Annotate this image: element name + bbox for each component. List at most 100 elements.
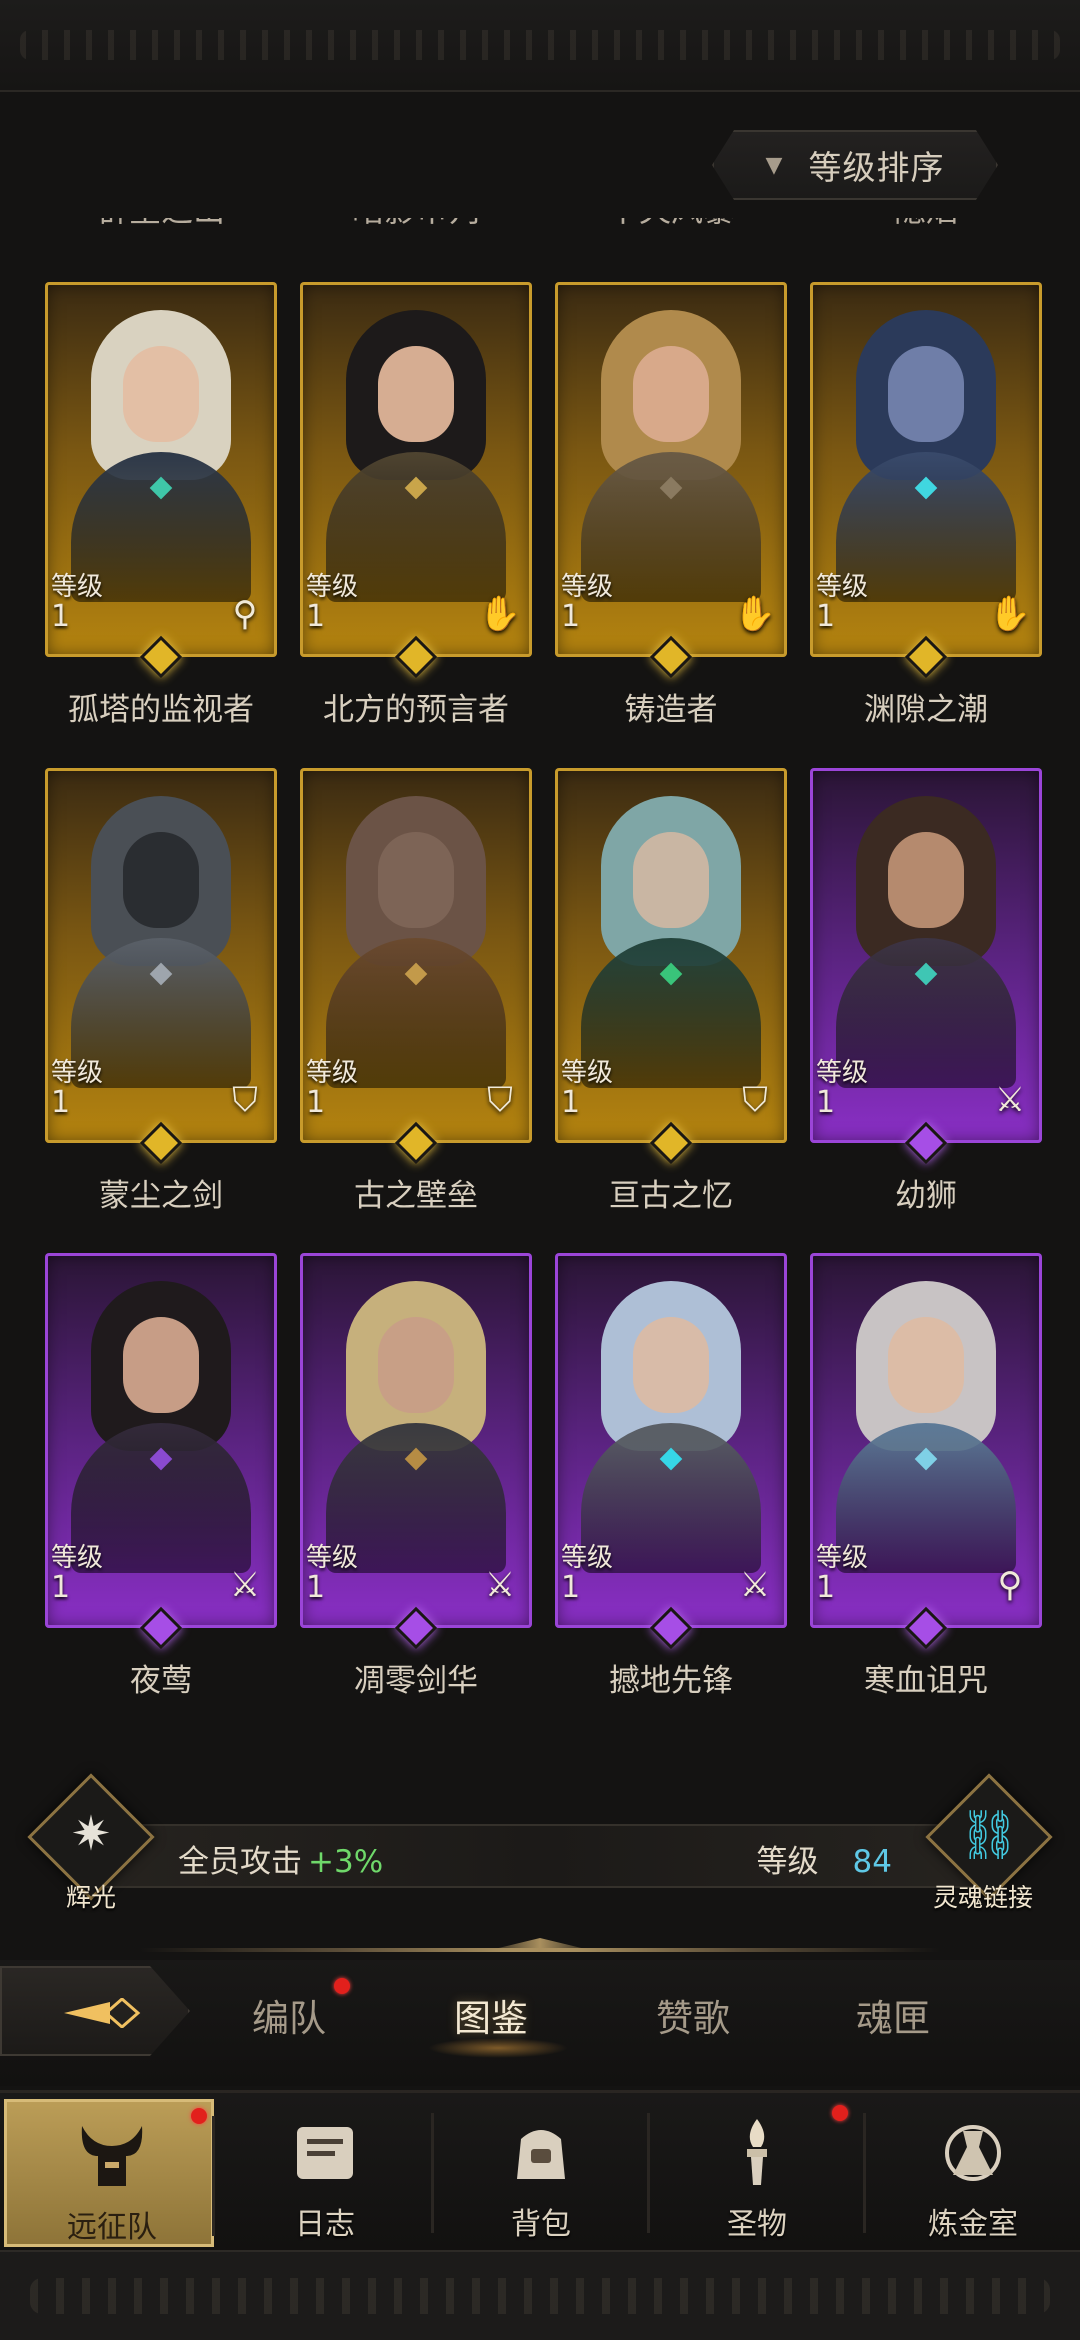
staff-icon: ⚲ <box>997 1565 1023 1605</box>
nav-scroll[interactable]: 日志 <box>220 2099 434 2247</box>
hero-level: 等级 1 <box>816 1543 868 1603</box>
hero-level-label: 等级 <box>561 1058 614 1088</box>
staff-icon: ⚲ <box>232 594 258 634</box>
hero-level-value: 1 <box>816 599 836 634</box>
nav-horned-helmet[interactable]: 远征队 <box>4 2099 215 2247</box>
nav-badge-dot <box>832 2105 848 2121</box>
hero-level-value: 1 <box>561 1085 581 1120</box>
nav-separator <box>647 2113 650 2233</box>
hero-level-value: 1 <box>51 1085 71 1120</box>
hero-collection-grid: 群星之山 暗影审判 不灭风暴 隐焰 等级1⚲孤塔的监视者等级1✋北方的预言者等级… <box>0 218 1080 1718</box>
sort-by-level-button[interactable]: ▼ 等级排序 <box>712 130 998 200</box>
portrait-face <box>888 346 964 442</box>
back-button[interactable] <box>0 1966 190 2056</box>
hero-level: 等级 1 <box>51 1543 103 1603</box>
attack-value: +3% <box>308 1844 384 1880</box>
sword-icon: ⚔ <box>229 1565 261 1605</box>
hero-card-frame: 等级 1 ⚲ <box>810 1253 1042 1628</box>
hero-level: 等级 1 <box>306 1543 358 1603</box>
alchemy-icon <box>933 2113 1013 2193</box>
portrait-face <box>888 832 964 928</box>
level-value: 84 <box>852 1844 892 1880</box>
partial-hero-name: 不灭风暴 <box>555 218 787 226</box>
hero-name: 渊隙之潮 <box>864 692 988 728</box>
hero-level-label: 等级 <box>816 1058 869 1088</box>
nav-separator <box>212 2116 215 2236</box>
compass-star-icon: ✷ <box>70 1806 112 1862</box>
nav-torch[interactable]: 圣物 <box>652 2099 866 2247</box>
shield-icon: ⛉ <box>232 1080 258 1120</box>
hero-portrait <box>826 788 1026 1088</box>
glow-emblem[interactable]: ✷ 辉光 <box>26 1773 156 1912</box>
tab-codex[interactable]: 图鉴 <box>454 1988 528 2042</box>
nav-bag[interactable]: 背包 <box>436 2099 650 2247</box>
hero-card-frame: 等级 1 ⚲ <box>45 282 277 657</box>
hero-card-frame: 等级 1 ✋ <box>810 282 1042 657</box>
glow-emblem-label: 辉光 <box>65 1883 116 1912</box>
hero-portrait <box>61 788 261 1088</box>
hero-level-value: 1 <box>561 599 581 634</box>
hero-level: 等级 1 <box>51 572 103 632</box>
hero-name: 夜莺 <box>130 1663 192 1699</box>
hero-name: 寒血诅咒 <box>864 1663 988 1699</box>
hero-level-label: 等级 <box>306 1543 359 1573</box>
portrait-face <box>888 1317 964 1413</box>
hero-name: 亘古之忆 <box>609 1178 733 1214</box>
portrait-face <box>123 1317 199 1413</box>
nav-label: 日志 <box>295 2207 355 2242</box>
shield-icon: ⛉ <box>742 1080 768 1120</box>
hero-level-label: 等级 <box>306 572 359 602</box>
hero-level-value: 1 <box>51 1570 71 1605</box>
sub-tab-row: 编队 图鉴 赞歌 魂匣 <box>0 1960 1080 2086</box>
hero-name: 撼地先锋 <box>609 1663 733 1699</box>
hero-card-frame: 等级 1 ⛉ <box>45 768 277 1143</box>
hero-level: 等级 1 <box>561 1543 613 1603</box>
triangle-down-icon: ▼ <box>765 152 783 178</box>
hero-level-value: 1 <box>306 1570 326 1605</box>
level-label: 等级 <box>756 1844 819 1880</box>
hero-level-value: 1 <box>306 1085 326 1120</box>
tab-anthem[interactable]: 赞歌 <box>656 1988 730 2042</box>
hero-name: 蒙尘之剑 <box>99 1178 223 1214</box>
hero-portrait <box>826 1273 1026 1573</box>
hero-level-label: 等级 <box>51 572 104 602</box>
hero-level-label: 等级 <box>816 1543 869 1573</box>
hero-name: 古之壁垒 <box>354 1178 478 1214</box>
portrait-face <box>123 346 199 442</box>
tab-formation[interactable]: 编队 <box>252 1988 326 2042</box>
bag-icon <box>501 2113 581 2193</box>
active-tab-glow <box>428 2038 568 2058</box>
sort-button-label: 等级排序 <box>808 148 945 187</box>
hero-level-value: 1 <box>306 599 326 634</box>
team-attack-bonus: 全员攻击 +3% <box>178 1836 383 1881</box>
hero-portrait <box>316 1273 516 1573</box>
sword-icon: ⚔ <box>484 1565 516 1605</box>
portrait-face <box>378 832 454 928</box>
hero-portrait <box>61 302 261 602</box>
hero-card-frame: 等级 1 ⛉ <box>555 768 787 1143</box>
hero-level-value: 1 <box>51 599 71 634</box>
hero-level-label: 等级 <box>816 572 869 602</box>
scroll-icon <box>285 2113 365 2193</box>
tab-soul-box[interactable]: 魂匣 <box>856 1988 930 2042</box>
palm-icon: ✋ <box>733 594 777 634</box>
hero-portrait <box>316 788 516 1088</box>
hero-portrait <box>826 302 1026 602</box>
nav-alchemy[interactable]: 炼金室 <box>868 2099 1078 2247</box>
partial-hero-name: 隐焰 <box>810 218 1042 226</box>
hero-level: 等级 1 <box>816 572 868 632</box>
nav-separator <box>863 2113 866 2233</box>
hero-level-label: 等级 <box>51 1058 104 1088</box>
hero-portrait <box>571 302 771 602</box>
bottom-navigation: 远征队 日志 背包 圣物 炼金室 <box>0 2090 1080 2250</box>
arrow-left-icon <box>64 1998 141 2028</box>
portrait-face <box>633 1317 709 1413</box>
hero-level: 等级 1 <box>561 1058 613 1118</box>
palm-icon: ✋ <box>478 594 522 634</box>
soul-link-emblem[interactable]: ⛓ 灵魂链接 <box>924 1773 1054 1912</box>
nav-label: 圣物 <box>727 2207 787 2242</box>
nav-label: 远征队 <box>67 2210 157 2245</box>
footer-ornament <box>0 2250 1080 2340</box>
collection-bonus-bar: ✷ 辉光 全员攻击 +3% 等级 84 ⛓ 灵魂链接 <box>0 1773 1080 1912</box>
portrait-face <box>633 346 709 442</box>
